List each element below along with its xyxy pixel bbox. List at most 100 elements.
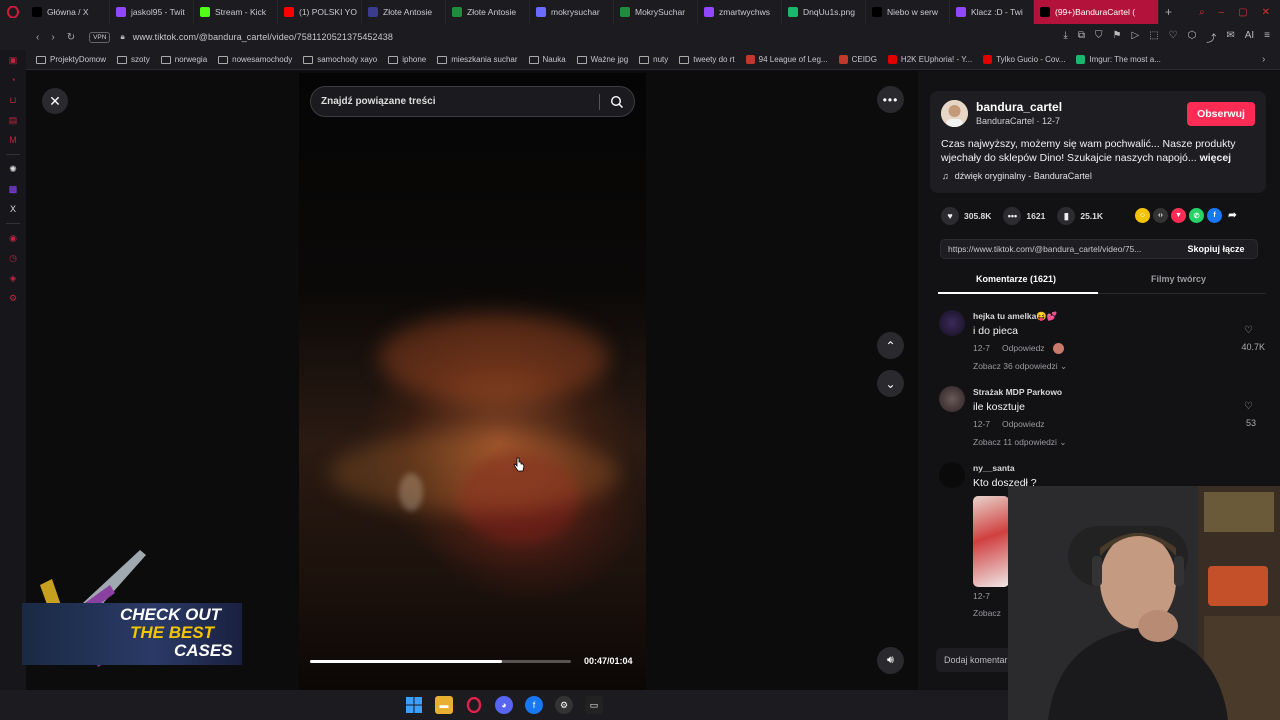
- x-logo-icon[interactable]: X: [7, 203, 19, 215]
- messenger-icon[interactable]: ▤: [7, 114, 19, 126]
- opera-logo-icon[interactable]: [0, 0, 26, 24]
- bookmark-item[interactable]: nuty: [639, 55, 668, 64]
- discord-icon[interactable]: ◕: [495, 696, 513, 714]
- comment-image[interactable]: [973, 496, 1009, 587]
- back-icon[interactable]: ‹: [36, 32, 39, 43]
- share-icon[interactable]: ⤴: [1206, 30, 1216, 45]
- browser-tab[interactable]: zmartwychws: [698, 0, 782, 24]
- ai-icon[interactable]: AI: [1245, 30, 1254, 45]
- menu-icon[interactable]: ≡: [1264, 30, 1270, 45]
- bookmark-item[interactable]: szoty: [117, 55, 150, 64]
- history-icon[interactable]: ◔: [7, 74, 19, 86]
- snapshot-icon[interactable]: ⧉: [1078, 30, 1085, 45]
- bookmark-icon[interactable]: ⚑: [1112, 30, 1121, 45]
- video-player[interactable]: [299, 73, 646, 690]
- ad-banner[interactable]: CHECK OUT THE BEST CASES: [22, 545, 242, 667]
- send-icon[interactable]: ▼: [1171, 208, 1186, 223]
- bookmarks-overflow-icon[interactable]: ›: [1262, 54, 1265, 65]
- bookmark-item[interactable]: Nauka: [528, 55, 566, 64]
- embed-icon[interactable]: ‹›: [1153, 208, 1168, 223]
- bookmark-item[interactable]: Imgur: The most a...: [1076, 55, 1161, 64]
- facebook-icon[interactable]: f: [1207, 208, 1222, 223]
- browser-tab[interactable]: Niebo w serw: [866, 0, 950, 24]
- clock-icon[interactable]: ◷: [7, 252, 19, 264]
- bookmark-item[interactable]: iphone: [388, 55, 426, 64]
- bookmark-item[interactable]: mieszkania suchar: [437, 55, 518, 64]
- shield-icon[interactable]: ⛉: [1095, 30, 1103, 45]
- author-avatar[interactable]: [941, 100, 968, 127]
- bookmark-item[interactable]: tweety do rt: [679, 55, 735, 64]
- comment-avatar[interactable]: [939, 310, 965, 336]
- bookmark-item[interactable]: CEIDG: [838, 55, 877, 64]
- new-tab-button[interactable]: +: [1159, 5, 1178, 19]
- browser-tab[interactable]: jaskol95 - Twit: [110, 0, 194, 24]
- file-explorer-icon[interactable]: ▬: [435, 696, 453, 714]
- bookmark-item[interactable]: norwegia: [160, 55, 207, 64]
- browser-tab[interactable]: Stream - Kick: [194, 0, 278, 24]
- comment-author[interactable]: hejka tu amelka😝💕: [973, 311, 1057, 322]
- view-replies-button[interactable]: Zobacz 11 odpowiedzi ⌄: [973, 437, 1066, 448]
- bag-icon[interactable]: ⊔: [7, 94, 19, 106]
- copy-link-button[interactable]: Skopiuj łącze: [1178, 240, 1254, 258]
- bookmark-item[interactable]: nowesamochody: [218, 55, 292, 64]
- workspace-icon[interactable]: ▣: [7, 54, 19, 66]
- follow-button[interactable]: Obserwuj: [1187, 102, 1255, 126]
- author-username[interactable]: bandura_cartel: [976, 100, 1062, 114]
- vpn-badge[interactable]: VPN: [89, 31, 111, 43]
- minimize-button[interactable]: –: [1219, 7, 1225, 18]
- browser-tab[interactable]: mokrysuchar: [530, 0, 614, 24]
- comment-button[interactable]: ••• 1621: [1003, 207, 1045, 225]
- browser-tab[interactable]: Złote Antosie: [362, 0, 446, 24]
- view-replies-button[interactable]: Zobacz: [973, 608, 1001, 618]
- facebook-taskbar-icon[interactable]: f: [525, 696, 543, 714]
- search-tabs-icon[interactable]: ⌕: [1199, 7, 1205, 18]
- bookmark-item[interactable]: Ważne jpg: [576, 55, 628, 64]
- lock-icon[interactable]: 🔒︎: [120, 32, 124, 42]
- comment-like-icon[interactable]: ♡: [1244, 325, 1253, 336]
- related-search-input[interactable]: Znajdź powiązane treści: [310, 86, 635, 117]
- reply-button[interactable]: Odpowiedz: [1002, 343, 1045, 354]
- windows-start-icon[interactable]: [405, 696, 423, 714]
- browser-tab[interactable]: DnqUu1s.png: [782, 0, 866, 24]
- video-progress-bar[interactable]: [310, 660, 571, 663]
- browser-tab[interactable]: Główna / X: [26, 0, 110, 24]
- like-button[interactable]: ♥ 305.8K: [941, 207, 991, 225]
- download-icon[interactable]: ⤓: [1063, 30, 1067, 45]
- browser-tab[interactable]: (1) POLSKI YO: [278, 0, 362, 24]
- comment-avatar[interactable]: [939, 386, 965, 412]
- browser-tab[interactable]: (99+)BanduraCartel (: [1034, 0, 1159, 24]
- search-icon[interactable]: [610, 95, 624, 109]
- more-options-button[interactable]: •••: [877, 86, 904, 113]
- browser-tab[interactable]: Klacz :D - Twi: [950, 0, 1034, 24]
- reply-button[interactable]: Odpowiedz: [1002, 419, 1045, 429]
- gift-icon[interactable]: ✉: [1226, 30, 1234, 45]
- browser-tab[interactable]: MokrySuchar: [614, 0, 698, 24]
- save-button[interactable]: ▮ 25.1K: [1057, 207, 1103, 225]
- cube-icon[interactable]: ◈: [7, 272, 19, 284]
- maximize-button[interactable]: ▢: [1238, 7, 1247, 18]
- opera-taskbar-icon[interactable]: [465, 696, 483, 714]
- whatsapp-icon[interactable]: ✆: [1189, 208, 1204, 223]
- comment-author[interactable]: Strażak MDP Parkowo: [973, 387, 1062, 397]
- forward-icon[interactable]: ›: [51, 32, 54, 43]
- steam-icon[interactable]: ⚙: [555, 696, 573, 714]
- reload-icon[interactable]: ↻: [67, 32, 75, 43]
- terminal-icon[interactable]: ▭: [585, 696, 603, 714]
- tab-creator-videos[interactable]: Filmy twórcy: [1151, 274, 1206, 284]
- browser-tab[interactable]: Złote Antosie: [446, 0, 530, 24]
- coin-icon[interactable]: ☺: [1135, 208, 1150, 223]
- chatgpt-icon[interactable]: ✺: [7, 163, 19, 175]
- bookmark-item[interactable]: Tylko Gucio - Cov...: [983, 55, 1065, 64]
- play-icon[interactable]: ▷: [1131, 30, 1139, 45]
- url-field[interactable]: www.tiktok.com/@bandura_cartel/video/758…: [133, 32, 393, 42]
- close-window-button[interactable]: ✕: [1262, 7, 1270, 18]
- settings-icon[interactable]: ⚙: [7, 292, 19, 304]
- comment-avatar[interactable]: [939, 462, 965, 488]
- player-icon[interactable]: ◉: [7, 232, 19, 244]
- cube-icon[interactable]: ⬚: [1149, 30, 1158, 45]
- mail-icon[interactable]: M: [7, 134, 19, 146]
- sound-link[interactable]: ♫ dźwięk oryginalny - BanduraCartel: [942, 171, 1092, 181]
- comment-like-icon[interactable]: ♡: [1244, 401, 1253, 412]
- view-replies-button[interactable]: Zobacz 36 odpowiedzi ⌄: [973, 361, 1067, 372]
- bookmark-item[interactable]: samochody xayo: [303, 55, 377, 64]
